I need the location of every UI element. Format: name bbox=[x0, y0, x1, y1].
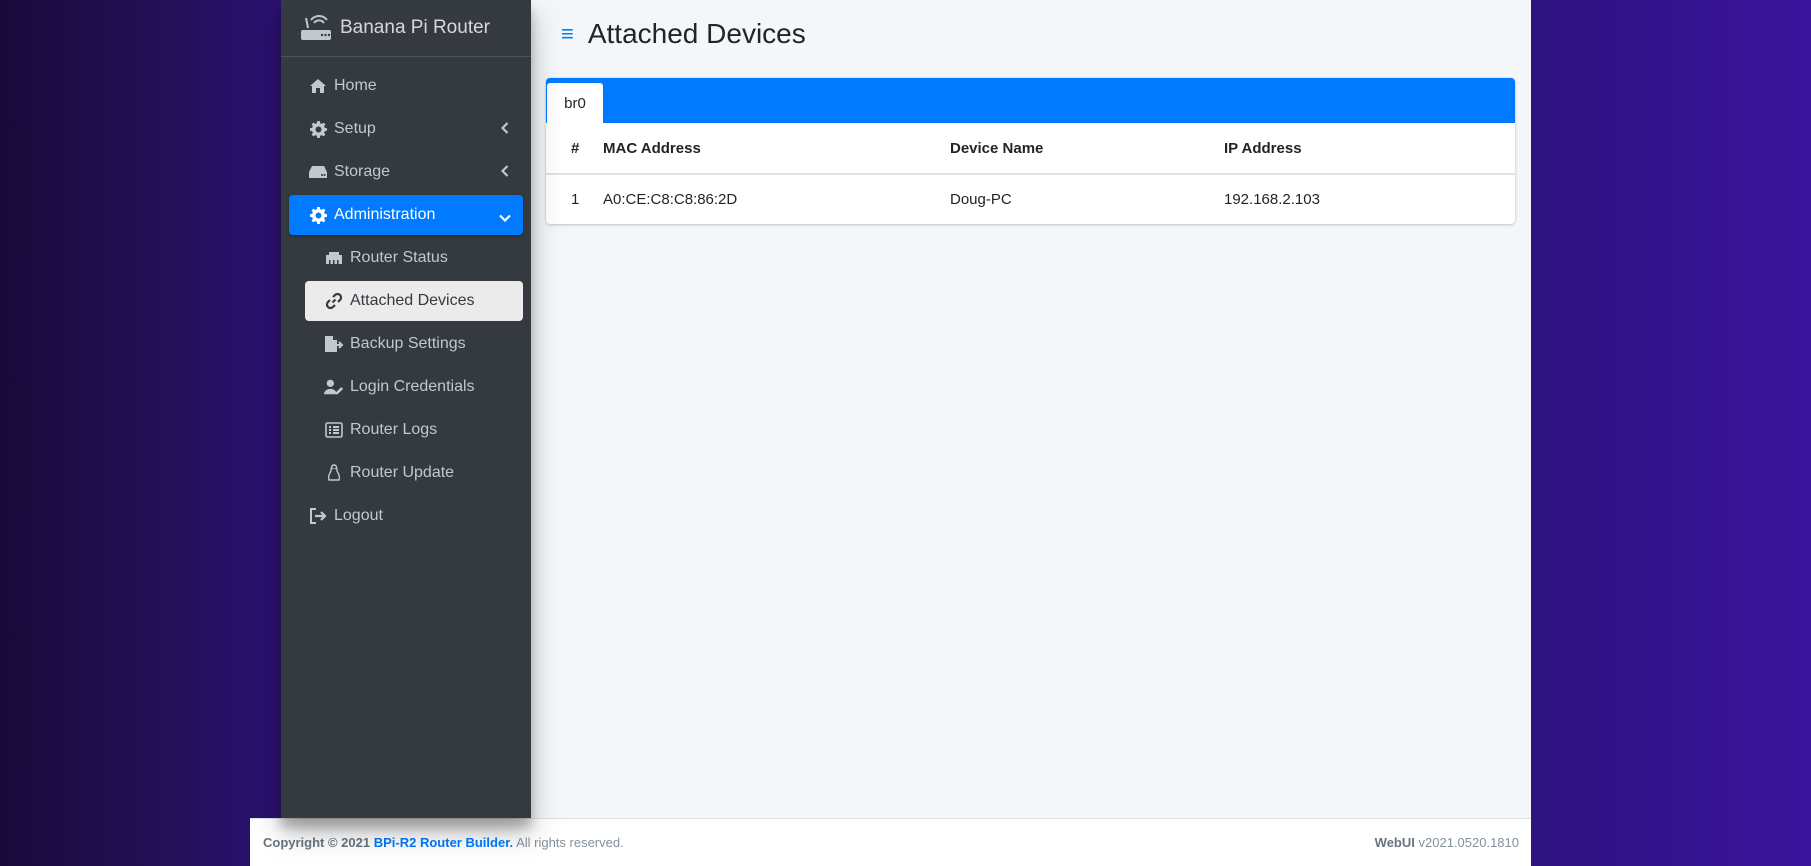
sidebar-item-storage[interactable]: Storage bbox=[289, 152, 523, 192]
column-header-ip: IP Address bbox=[1224, 123, 1515, 175]
sidebar-item-label: Logout bbox=[334, 507, 383, 524]
cell-device-name: Doug-PC bbox=[950, 191, 1012, 208]
cell-mac: A0:CE:C8:C8:86:2D bbox=[603, 191, 738, 208]
footer-link[interactable]: BPi-R2 Router Builder. bbox=[374, 835, 513, 850]
sidebar-subitem-label: Router Status bbox=[350, 249, 448, 266]
chevron-left-icon bbox=[500, 121, 509, 139]
table-row: 1 A0:CE:C8:C8:86:2D Doug-PC 192.168.2.10… bbox=[546, 174, 1515, 224]
sidebar-item-router-logs[interactable]: Router Logs bbox=[305, 410, 523, 450]
column-header-device-name: Device Name bbox=[950, 123, 1224, 175]
sidebar-item-label: Setup bbox=[334, 120, 376, 137]
sidebar-item-login-credentials[interactable]: Login Credentials bbox=[305, 367, 523, 407]
sidebar-nav: Home Setup Storage Administration Router… bbox=[281, 57, 531, 536]
brand[interactable]: Banana Pi Router bbox=[281, 0, 531, 57]
administration-submenu: Router Status Attached Devices Backup Se… bbox=[289, 238, 523, 493]
chevron-down-icon bbox=[499, 209, 511, 227]
user-edit-icon bbox=[324, 377, 344, 397]
webui-label: WebUI bbox=[1374, 835, 1415, 850]
main-content: ≡ Attached Devices br0 # MAC Address Dev… bbox=[531, 0, 1531, 818]
footer-version: WebUI v2021.0520.1810 bbox=[1375, 835, 1519, 850]
sidebar-item-home[interactable]: Home bbox=[289, 66, 523, 106]
sidebar-subitem-label: Router Logs bbox=[350, 421, 438, 438]
sidebar-item-label: Home bbox=[334, 77, 377, 94]
table-header-row: # MAC Address Device Name IP Address bbox=[546, 123, 1515, 175]
rights-text: All rights reserved. bbox=[516, 835, 624, 850]
chevron-left-icon bbox=[500, 164, 509, 182]
sidebar-item-router-status[interactable]: Router Status bbox=[305, 238, 523, 278]
sidebar: Banana Pi Router Home Setup Storage Admi… bbox=[281, 0, 531, 818]
sidebar-subitem-label: Attached Devices bbox=[350, 292, 475, 309]
home-icon bbox=[308, 76, 328, 96]
page-title: Attached Devices bbox=[587, 17, 806, 49]
sidebar-subitem-label: Backup Settings bbox=[350, 335, 466, 352]
linux-icon bbox=[324, 463, 344, 483]
menu-toggle-icon[interactable]: ≡ bbox=[561, 21, 574, 47]
router-icon bbox=[301, 15, 331, 40]
ethernet-icon bbox=[324, 248, 344, 268]
copyright-text: Copyright © 2021 bbox=[263, 835, 371, 850]
devices-table: # MAC Address Device Name IP Address 1 A… bbox=[546, 123, 1515, 224]
sidebar-item-router-update[interactable]: Router Update bbox=[305, 453, 523, 493]
app-wrapper: Banana Pi Router Home Setup Storage Admi… bbox=[281, 0, 1531, 818]
column-header-mac: MAC Address bbox=[603, 123, 950, 175]
card-tabs: br0 bbox=[546, 78, 1515, 123]
cell-index: 1 bbox=[571, 191, 580, 208]
sidebar-item-backup-settings[interactable]: Backup Settings bbox=[305, 324, 523, 364]
sidebar-subitem-label: Router Update bbox=[350, 464, 455, 481]
link-icon bbox=[324, 291, 344, 311]
column-header-index: # bbox=[546, 123, 603, 175]
sidebar-subitem-label: Login Credentials bbox=[350, 378, 475, 395]
sidebar-item-setup[interactable]: Setup bbox=[289, 109, 523, 149]
content-header: ≡ Attached Devices bbox=[531, 0, 1531, 67]
version-text: v2021.0520.1810 bbox=[1418, 835, 1519, 850]
sidebar-item-label: Administration bbox=[334, 206, 436, 223]
sidebar-item-logout[interactable]: Logout bbox=[289, 496, 523, 536]
tab-br0[interactable]: br0 bbox=[547, 83, 603, 123]
sign-out-icon bbox=[308, 506, 328, 526]
gear-icon bbox=[308, 119, 328, 139]
sidebar-item-attached-devices[interactable]: Attached Devices bbox=[305, 281, 523, 321]
sidebar-item-label: Storage bbox=[334, 163, 391, 180]
cell-ip: 192.168.2.103 bbox=[1224, 191, 1320, 208]
brand-name: Banana Pi Router bbox=[340, 17, 490, 38]
footer-copyright: Copyright © 2021 BPi-R2 Router Builder. … bbox=[263, 835, 624, 850]
hdd-icon bbox=[308, 162, 328, 182]
file-export-icon bbox=[324, 334, 344, 354]
gear-icon bbox=[308, 205, 328, 225]
footer: Copyright © 2021 BPi-R2 Router Builder. … bbox=[250, 818, 1531, 866]
devices-card: br0 # MAC Address Device Name IP Address… bbox=[546, 78, 1515, 224]
list-icon bbox=[324, 420, 344, 440]
sidebar-item-administration[interactable]: Administration bbox=[289, 195, 523, 235]
